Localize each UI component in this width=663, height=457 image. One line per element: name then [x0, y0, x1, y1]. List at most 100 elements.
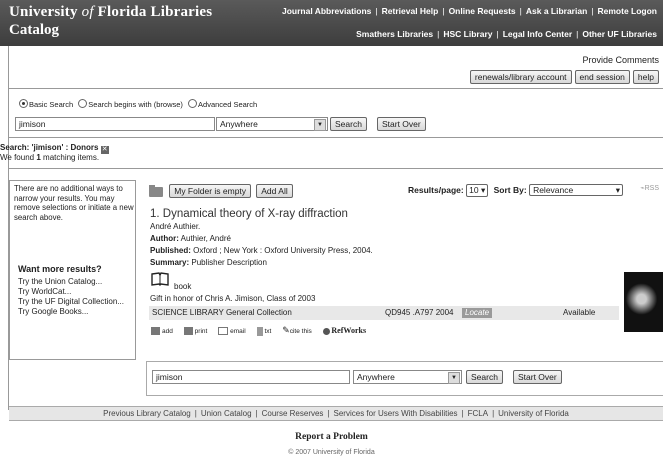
bottom-search-button[interactable]: Search: [466, 370, 503, 384]
found-post: matching items.: [43, 153, 100, 162]
nav-hsc[interactable]: HSC Library: [443, 29, 492, 39]
scope-select[interactable]: Anywhere ▼: [216, 117, 328, 131]
summary-label: Summary:: [150, 258, 190, 267]
chevron-down-icon: ▾: [615, 185, 621, 195]
holding-status: Available: [563, 308, 596, 317]
link-worldcat[interactable]: Try WorldCat...: [18, 287, 124, 297]
print-tool[interactable]: print: [183, 327, 208, 336]
summary-value[interactable]: Publisher Description: [191, 258, 267, 267]
author-value[interactable]: Authier, André: [181, 234, 231, 243]
record-published: Published: Oxford ; New York : Oxford Un…: [150, 246, 373, 255]
folder-toolbar: My Folder is empty Add All: [149, 184, 293, 198]
footer-uf[interactable]: University of Florida: [498, 409, 569, 418]
radio-basic[interactable]: [19, 99, 28, 108]
cite-tool-label: cite this: [289, 328, 312, 335]
rpp-label: Results/page:: [408, 185, 464, 195]
nav-smathers[interactable]: Smathers Libraries: [356, 29, 433, 39]
record-summary: Summary: Publisher Description: [150, 258, 267, 267]
printer-icon: [183, 327, 193, 336]
radio-basic-label: Basic Search: [29, 100, 74, 109]
published-label: Published:: [150, 246, 191, 255]
link-uf-digital[interactable]: Try the UF Digital Collection...: [18, 297, 124, 307]
search-input[interactable]: jimison: [15, 117, 215, 131]
bottom-start-over-button[interactable]: Start Over: [513, 370, 562, 384]
chevron-down-icon: ▾: [480, 185, 486, 195]
provide-comments-link[interactable]: Provide Comments: [582, 55, 659, 65]
author-label: Author:: [150, 234, 179, 243]
holding-location: SCIENCE LIBRARY General Collection: [152, 308, 292, 317]
brand-title[interactable]: University of Florida Libraries: [9, 4, 212, 20]
footer-union-catalog[interactable]: Union Catalog: [201, 409, 252, 418]
link-google-books[interactable]: Try Google Books...: [18, 307, 124, 317]
add-all-button[interactable]: Add All: [256, 184, 293, 198]
divider: [9, 88, 663, 89]
envelope-icon: [218, 327, 229, 336]
rpp-select[interactable]: 10 ▾: [466, 184, 489, 197]
footer-previous-catalog[interactable]: Previous Library Catalog: [103, 409, 191, 418]
start-over-button[interactable]: Start Over: [377, 117, 426, 131]
report-problem-link[interactable]: Report a Problem: [0, 432, 663, 442]
brand-university: University: [9, 4, 78, 20]
brand-catalog[interactable]: Catalog: [9, 22, 59, 39]
footer-disabilities[interactable]: Services for Users With Disabilities: [334, 409, 458, 418]
nav-journal-abbreviations[interactable]: Journal Abbreviations: [282, 6, 371, 16]
nav-remote-logon[interactable]: Remote Logon: [598, 6, 658, 16]
footer-course-reserves[interactable]: Course Reserves: [262, 409, 324, 418]
found-pre: We found: [0, 153, 35, 162]
txt-tool-label: txt: [264, 328, 272, 335]
my-folder-button[interactable]: My Folder is empty: [169, 184, 252, 198]
help-button[interactable]: help: [632, 70, 659, 84]
divider: [9, 168, 663, 169]
rpp-value: 10: [469, 185, 479, 195]
email-tool[interactable]: email: [218, 327, 246, 336]
book-icon: [151, 272, 169, 286]
link-union-catalog[interactable]: Try the Union Catalog...: [18, 277, 124, 287]
radio-browse[interactable]: [78, 99, 88, 108]
add-tool-label: add: [162, 328, 173, 335]
bottom-search-input[interactable]: jimison: [152, 370, 350, 384]
sort-value: Relevance: [533, 185, 574, 195]
search-label: Search: 'jimison' : Donors: [0, 143, 99, 152]
nav-legal[interactable]: Legal Info Center: [503, 29, 572, 39]
nav-online-requests[interactable]: Online Requests: [449, 6, 516, 16]
nav-retrieval-help[interactable]: Retrieval Help: [382, 6, 439, 16]
sort-label: Sort By:: [493, 185, 527, 195]
more-results-links: Try the Union Catalog... Try WorldCat...…: [18, 277, 124, 317]
footer-fcla[interactable]: FCLA: [468, 409, 488, 418]
end-session-button[interactable]: end session: [574, 70, 630, 84]
nav-ask-librarian[interactable]: Ask a Librarian: [526, 6, 587, 16]
copyright: © 2007 University of Florida: [288, 449, 375, 456]
search-type: Basic Search Search begins with (browse)…: [19, 99, 257, 109]
book-cover-image[interactable]: [624, 272, 663, 332]
results-controls: Results/page: 10 ▾ Sort By: Relevance ▾: [408, 184, 624, 197]
nav-other-uf[interactable]: Other UF Libraries: [582, 29, 657, 39]
record-title[interactable]: 1. Dynamical theory of X-ray diffraction: [150, 208, 348, 220]
more-results-title: Want more results?: [18, 264, 102, 274]
print-tool-label: print: [194, 328, 208, 335]
bottom-scope-select[interactable]: Anywhere ▼: [353, 370, 462, 384]
bottom-scope-value: Anywhere: [357, 372, 395, 382]
cite-tool[interactable]: ✎cite this: [282, 325, 312, 335]
add-tool[interactable]: add: [151, 327, 173, 336]
top-nav: Journal Abbreviations | Retrieval Help | Onl…: [281, 6, 658, 16]
radio-advanced[interactable]: [188, 99, 198, 108]
folder-icon: [149, 184, 163, 197]
locate-button[interactable]: Locate: [462, 308, 493, 318]
refworks-tool[interactable]: RefWorks: [322, 326, 367, 335]
gift-note: Gift in honor of Chris A. Jimison, Class…: [150, 294, 316, 303]
refworks-icon: [322, 327, 330, 335]
txt-tool[interactable]: txt: [256, 326, 272, 336]
search-button[interactable]: Search: [330, 117, 367, 131]
published-value: Oxford ; New York : Oxford University Pr…: [193, 246, 373, 255]
refine-sidebar: There are no additional ways to narrow y…: [9, 180, 136, 360]
email-tool-label: email: [230, 328, 246, 335]
refworks-label: RefWorks: [331, 326, 367, 335]
renewals-button[interactable]: renewals/library account: [469, 70, 572, 84]
account-bar: renewals/library account end session help: [467, 70, 659, 84]
sort-select[interactable]: Relevance ▾: [529, 184, 624, 196]
brand-libraries: Florida Libraries: [97, 4, 213, 20]
close-icon[interactable]: ✕: [100, 146, 109, 154]
site-header: University of Florida Libraries Catalog …: [0, 0, 663, 46]
holding-row: SCIENCE LIBRARY General Collection QD945…: [149, 306, 619, 320]
rss-link[interactable]: ⌁RSS: [640, 184, 659, 192]
